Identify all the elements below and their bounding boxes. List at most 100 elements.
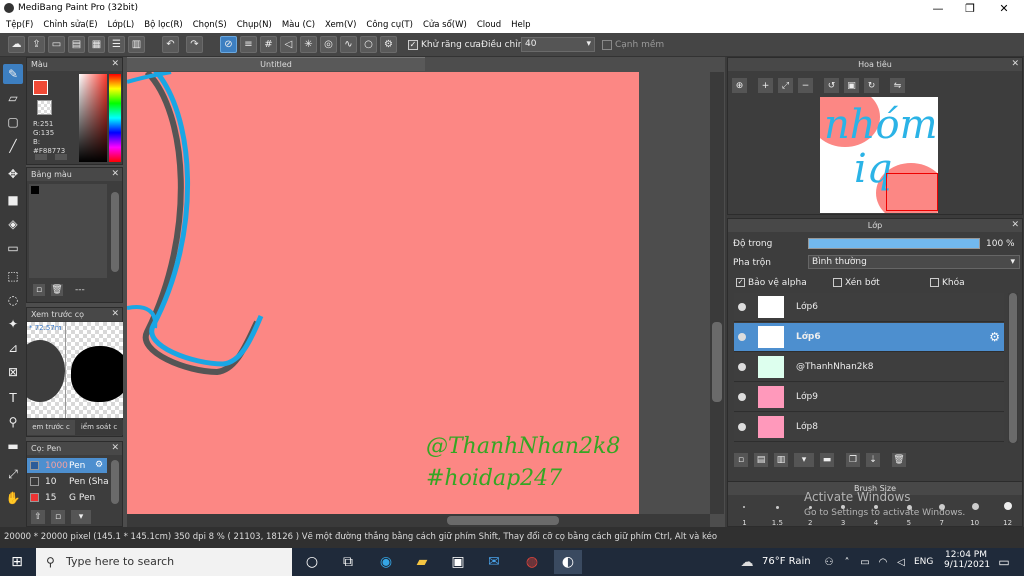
list-icon[interactable]: ☰ (108, 36, 125, 53)
divide-tool-icon[interactable]: ▬ (3, 436, 23, 456)
fill-rect-tool-icon[interactable]: ■ (3, 190, 23, 210)
menu-view[interactable]: Xem(V) (325, 20, 356, 30)
menu-window[interactable]: Cửa sổ(W) (423, 20, 467, 30)
battery-icon[interactable]: ▭ (858, 554, 872, 570)
canvas-horizontal-scrollbar[interactable] (127, 514, 710, 527)
saturation-picker[interactable] (79, 74, 107, 162)
file-explorer-icon[interactable]: ▰ (408, 550, 436, 574)
menu-capture[interactable]: Chụp(N) (237, 20, 272, 30)
select-eraser-icon[interactable]: ⊠ (3, 362, 23, 382)
close-icon[interactable]: ✕ (111, 442, 119, 455)
rect-tool-icon[interactable]: ▢ (3, 112, 23, 132)
ellipse-snap-icon[interactable]: ○ (360, 36, 377, 53)
minimize-button[interactable]: — (922, 0, 954, 17)
zoom-out-icon[interactable]: − (798, 78, 813, 93)
navigator-preview[interactable]: nhóm iq (820, 97, 938, 213)
line-tool-icon[interactable]: ╱ (3, 136, 23, 156)
gradient-tool-icon[interactable]: ▭ (3, 238, 23, 258)
new-swatch-icon[interactable]: ▫ (33, 284, 45, 296)
operation-tool-icon[interactable]: ⚲ (3, 412, 23, 432)
snap-off-icon[interactable]: ⊘ (220, 36, 237, 53)
secondary-color-swatch[interactable] (37, 100, 52, 115)
parallel-snap-icon[interactable]: ≡ (240, 36, 257, 53)
close-icon[interactable]: ✕ (1011, 219, 1019, 232)
share-icon[interactable]: ⇪ (28, 36, 45, 53)
tab-brush-preview[interactable]: em trước c (27, 420, 75, 435)
menu-edit[interactable]: Chỉnh sửa(E) (43, 20, 97, 30)
rotate-right-icon[interactable]: ↻ (864, 78, 879, 93)
duplicate-layer-icon[interactable]: ❐ (846, 453, 860, 467)
close-button[interactable]: ✕ (988, 0, 1020, 17)
lasso-icon[interactable]: ◌ (3, 290, 23, 310)
add-layer-menu-icon[interactable]: ▾ (794, 453, 814, 467)
hue-slider[interactable] (109, 74, 121, 162)
color-swap-button[interactable] (55, 154, 67, 160)
swatch-area[interactable] (29, 184, 107, 278)
menu-file[interactable]: Tệp(F) (6, 20, 33, 30)
clock[interactable]: 12:04 PM 9/11/2021 (944, 550, 990, 570)
zoom-search-icon[interactable]: ⊕ (732, 78, 747, 93)
undo-icon[interactable]: ↶ (162, 36, 179, 53)
brush-size-option[interactable]: 1 (728, 496, 761, 528)
store-icon[interactable]: ▣ (444, 550, 472, 574)
windows-start-icon[interactable]: ⊞ (6, 552, 28, 572)
brush-size-option[interactable]: 1.5 (761, 496, 794, 528)
vscroll-thumb[interactable] (712, 322, 722, 402)
magic-wand-icon[interactable]: ✦ (3, 314, 23, 334)
eraser-tool-icon[interactable]: ▱ (3, 88, 23, 108)
tab-untitled[interactable]: Untitled (127, 57, 425, 71)
blend-select[interactable]: Bình thường ▾ (808, 255, 1020, 269)
navigator-viewport-rect[interactable] (886, 173, 938, 211)
gear-icon[interactable]: ⚙ (380, 36, 397, 53)
cortana-icon[interactable]: ○ (298, 550, 326, 574)
brush-size-option[interactable]: 12 (991, 496, 1024, 528)
gear-icon[interactable]: ⚙ (989, 330, 1000, 344)
network-icon[interactable]: ◠ (876, 554, 890, 570)
weather-text[interactable]: 76°F Rain (762, 556, 811, 567)
new-halftone-layer-icon[interactable]: ▤ (754, 453, 768, 467)
color-mode-button[interactable] (35, 154, 47, 160)
merge-layer-icon[interactable]: ⇣ (866, 453, 880, 467)
canvas-document[interactable]: @ThanhNhan2k8 #hoidap247 (127, 72, 639, 514)
chrome-icon[interactable]: ◍ (518, 550, 546, 574)
brush-item[interactable]: 15 G Pen (27, 490, 107, 505)
menu-cloud[interactable]: Cloud (477, 20, 501, 30)
eyedropper-icon[interactable]: ⤢ (3, 464, 23, 484)
gear-icon[interactable]: ⚙ (95, 460, 103, 470)
eye-icon[interactable] (738, 363, 746, 371)
volume-icon[interactable]: ◁ (894, 554, 908, 570)
new-layer-icon[interactable]: ▫ (734, 453, 748, 467)
tab-brush-control[interactable]: iểm soát c (75, 420, 123, 435)
brush-menu-icon[interactable]: ▾ (71, 510, 91, 524)
zoom-in-icon[interactable]: + (758, 78, 773, 93)
hscroll-thumb[interactable] (447, 516, 559, 525)
vanish-snap-icon[interactable]: ◁ (280, 36, 297, 53)
primary-color-swatch[interactable] (33, 80, 48, 95)
layer-row[interactable]: Lớp8 (734, 413, 1004, 442)
layer-row[interactable]: Lớp9 (734, 383, 1004, 412)
file-icon[interactable]: ▦ (88, 36, 105, 53)
select-rect-icon[interactable]: ⬚ (3, 266, 23, 286)
taskbar-search[interactable]: ⚲ Type here to search (36, 548, 292, 576)
edge-icon[interactable]: ◉ (372, 550, 400, 574)
folder-icon[interactable]: ▬ (820, 453, 834, 467)
bucket-tool-icon[interactable]: ◈ (3, 214, 23, 234)
brush-item[interactable]: 10 Pen (Sha (27, 474, 109, 489)
select-pen-icon[interactable]: ⊿ (3, 338, 23, 358)
layer-row[interactable]: Lớp6 (734, 293, 1004, 322)
trash-icon[interactable]: 🗑 (892, 453, 906, 467)
reset-rotate-icon[interactable]: ▣ (844, 78, 859, 93)
brush-item[interactable]: 1000 Pen ⚙ (27, 458, 107, 473)
new-1bit-layer-icon[interactable]: ▥ (774, 453, 788, 467)
close-icon[interactable]: ✕ (111, 58, 119, 71)
hand-tool-icon[interactable]: ✋ (3, 488, 23, 508)
menu-select[interactable]: Chọn(S) (193, 20, 227, 30)
redo-icon[interactable]: ↷ (186, 36, 203, 53)
antialias-checkbox[interactable]: ✓ (408, 40, 418, 50)
menu-layer[interactable]: Lớp(L) (108, 20, 135, 30)
swatch-scrollbar[interactable] (111, 192, 119, 272)
maximize-button[interactable]: ❐ (954, 0, 986, 17)
save-icon[interactable]: ▤ (68, 36, 85, 53)
lock-checkbox[interactable] (930, 278, 939, 287)
layer-row[interactable]: @ThanhNhan2k8 (734, 353, 1004, 382)
